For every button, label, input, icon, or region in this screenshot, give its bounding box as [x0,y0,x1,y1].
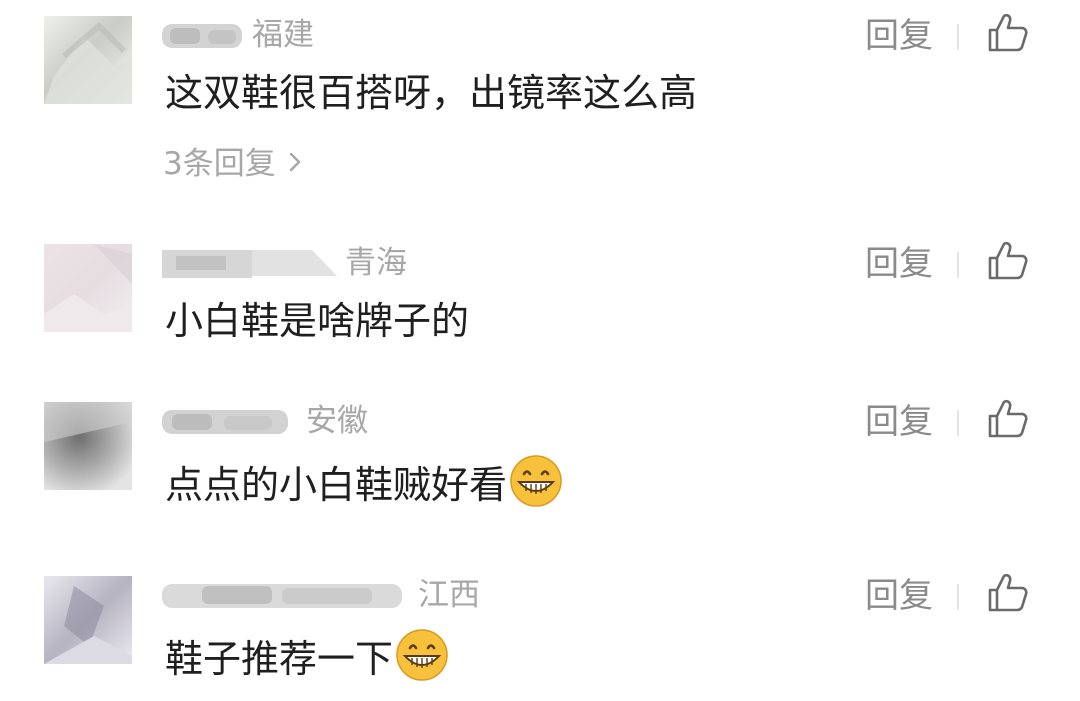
username-blurred[interactable] [162,404,292,438]
thumbs-up-icon[interactable] [986,396,1030,440]
reply-button[interactable]: 回复 [865,576,933,616]
comment-text-content: 点点的小白鞋贼好看 [165,463,508,507]
location-label: 福建 [252,17,314,53]
view-replies-link[interactable]: 3条回复 [163,144,302,183]
replies-count-label: 3条回复 [163,146,276,182]
avatar[interactable] [44,244,132,332]
username-blurred[interactable] [162,578,412,612]
location-label: 安徽 [306,403,368,439]
location-label: 江西 [418,577,480,613]
avatar[interactable] [44,576,132,664]
divider [957,410,959,436]
username-blurred[interactable] [162,18,244,52]
reply-button[interactable]: 回复 [865,402,933,442]
thumbs-up-icon[interactable] [986,238,1030,282]
comment-text: 点点的小白鞋贼好看 [165,454,563,520]
thumbs-up-icon[interactable] [986,570,1030,614]
grinning-face-emoji [509,454,563,520]
location-label: 青海 [345,245,407,281]
comment-text-content: 鞋子推荐一下 [165,637,394,681]
avatar[interactable] [44,402,132,490]
comment-text-content: 这双鞋很百搭呀，出镜率这么高 [165,71,698,115]
comment-text: 这双鞋很百搭呀，出镜率这么高 [165,68,697,118]
comment-text-content: 小白鞋是啥牌子的 [165,299,470,343]
divider [957,584,959,610]
grinning-face-emoji [395,628,449,694]
thumbs-up-icon[interactable] [986,10,1030,54]
comment-text: 小白鞋是啥牌子的 [165,296,469,346]
username-blurred[interactable] [162,246,342,280]
reply-button[interactable]: 回复 [865,244,933,284]
divider [957,252,959,278]
chevron-right-icon [288,144,302,182]
reply-button[interactable]: 回复 [865,16,933,56]
comment-text: 鞋子推荐一下 [165,628,449,694]
divider [957,24,959,50]
avatar[interactable] [44,16,132,104]
